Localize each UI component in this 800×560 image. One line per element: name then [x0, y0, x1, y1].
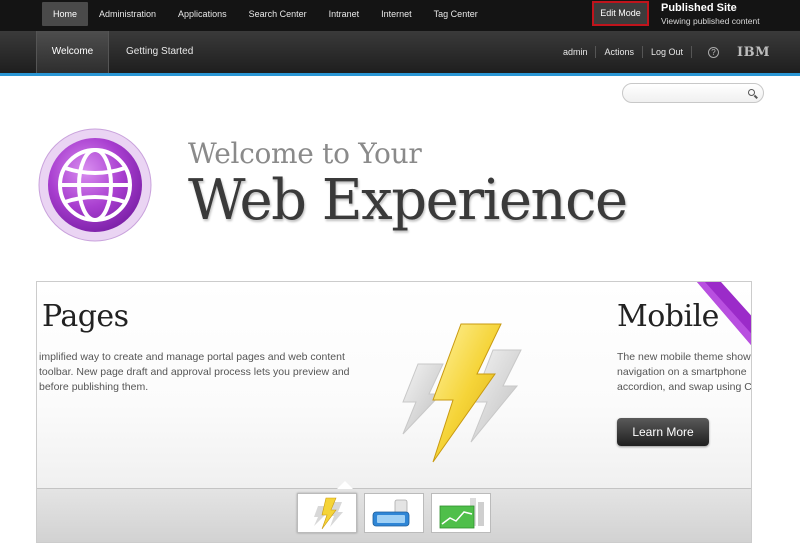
- nav-administration[interactable]: Administration: [88, 2, 167, 26]
- nav-tag-center[interactable]: Tag Center: [423, 2, 489, 26]
- pages-slide-title: Pages: [42, 299, 129, 334]
- mobile-desc-line: navigation on a smartphone: [617, 366, 747, 378]
- pages-desc-line: toolbar. New page draft and approval pro…: [39, 366, 350, 378]
- published-site-subtitle: Viewing published content: [661, 16, 760, 26]
- ibm-logo: IBM: [737, 44, 770, 60]
- hero-title: Web Experience: [188, 168, 628, 233]
- nav-applications[interactable]: Applications: [167, 2, 238, 26]
- user-actions: admin Actions Log Out ? IBM: [555, 31, 770, 73]
- carousel-thumbnails: [37, 481, 751, 542]
- top-nav-bar: Home Administration Applications Search …: [0, 0, 800, 31]
- mobile-desc-line: The new mobile theme show: [617, 351, 751, 363]
- search-input[interactable]: [622, 83, 764, 103]
- nav-search-center[interactable]: Search Center: [238, 2, 318, 26]
- learn-more-button[interactable]: Learn More: [617, 418, 709, 446]
- thumb-pages[interactable]: [297, 493, 357, 533]
- nav-intranet[interactable]: Intranet: [318, 2, 371, 26]
- thumb-bolt-icon: [314, 497, 343, 530]
- nav-home[interactable]: Home: [42, 2, 89, 26]
- tab-getting-started[interactable]: Getting Started: [126, 31, 193, 73]
- thumb-mobile-icon: [372, 499, 410, 527]
- sub-nav-bar: Welcome Getting Started admin Actions Lo…: [0, 31, 800, 73]
- edit-mode-button[interactable]: Edit Mode: [592, 1, 649, 26]
- pages-slide-description: implified way to create and manage porta…: [39, 350, 369, 395]
- pages-desc-line: implified way to create and manage porta…: [39, 351, 345, 363]
- accent-divider: [0, 73, 800, 76]
- pages-desc-line: before publishing them.: [39, 381, 149, 393]
- carousel-slide: Pages implified way to create and manage…: [37, 282, 751, 488]
- actions-menu[interactable]: Actions: [596, 46, 643, 58]
- published-site-title: Published Site: [661, 2, 737, 14]
- user-name-link[interactable]: admin: [555, 46, 597, 58]
- top-nav: Home Administration Applications Search …: [42, 2, 489, 26]
- hero-subtitle: Welcome to Your: [188, 137, 422, 170]
- mobile-slide-description: The new mobile theme show navigation on …: [617, 350, 751, 395]
- thumb-mobile[interactable]: [364, 493, 424, 533]
- nav-internet[interactable]: Internet: [370, 2, 423, 26]
- thumb-chart-icon: [439, 498, 484, 529]
- help-icon[interactable]: ?: [708, 46, 720, 58]
- mobile-desc-line: accordion, and swap using C: [617, 381, 751, 393]
- tab-welcome[interactable]: Welcome: [36, 31, 109, 73]
- selected-thumb-pointer: [337, 481, 353, 489]
- globe-icon: [38, 128, 152, 242]
- feature-carousel: Pages implified way to create and manage…: [36, 281, 752, 543]
- thumb-analytics[interactable]: [431, 493, 491, 533]
- ribbon-decoration: [697, 282, 751, 345]
- published-site-status[interactable]: Published Site Viewing published content: [661, 2, 760, 27]
- search-icon[interactable]: [748, 89, 755, 96]
- logout-link[interactable]: Log Out: [643, 46, 693, 58]
- lightning-bolt-icon: [402, 323, 522, 463]
